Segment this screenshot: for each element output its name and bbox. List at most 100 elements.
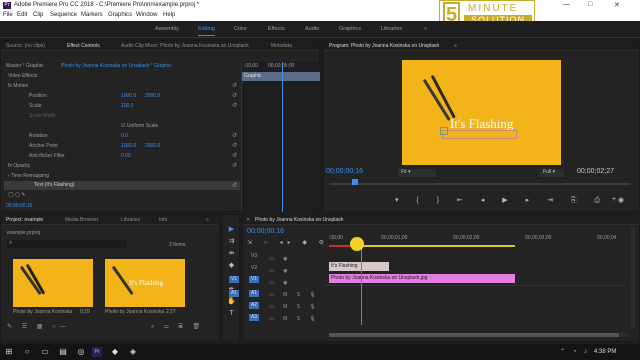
selection-tool-icon[interactable]: ▶ xyxy=(226,224,237,236)
workspace-editing[interactable]: Editing xyxy=(198,26,215,36)
tab-source[interactable]: Source: (no clips) xyxy=(6,43,45,49)
source-patch-a1[interactable]: A1 xyxy=(229,290,239,297)
reset-icon[interactable]: ↺ xyxy=(232,162,237,169)
app-taskbar-icon[interactable]: ◆ xyxy=(110,347,120,357)
ec-timecode[interactable]: 00;00;00;16 xyxy=(6,203,32,209)
type-tool-icon[interactable]: T xyxy=(226,308,237,320)
workspace-libraries[interactable]: Libraries xyxy=(381,26,402,32)
quality-dropdown[interactable]: Full ▾ xyxy=(540,169,564,177)
fx-opacity-label[interactable]: fx Opacity xyxy=(8,163,30,169)
master-label[interactable]: Master * Graphic xyxy=(6,63,44,69)
system-clock[interactable]: 4:38 PM xyxy=(594,349,616,355)
close-button[interactable]: ✕ xyxy=(614,1,620,9)
anchor-point-handle[interactable] xyxy=(440,127,448,135)
workspace-assembly[interactable]: Assembly xyxy=(155,26,179,32)
project-item-name[interactable]: Photo by Joanna Kosinska xyxy=(105,309,164,315)
app-taskbar-icon[interactable]: ◈ xyxy=(128,347,138,357)
project-thumbnail-sequence[interactable]: It's Flashing xyxy=(105,259,185,307)
reset-icon[interactable]: ↺ xyxy=(232,182,237,189)
program-menu-icon[interactable]: ≡ xyxy=(454,43,457,49)
track-a3-target[interactable]: A3 xyxy=(249,314,259,321)
workspace-effects[interactable]: Effects xyxy=(268,26,285,32)
timeline-sequence-tab[interactable]: Photo by Joanna Kosinska on Unsplash xyxy=(255,217,343,223)
clip-title-graphic[interactable]: It's Flashing xyxy=(329,262,389,271)
reset-icon[interactable]: ↺ xyxy=(232,92,237,99)
position-x-value[interactable]: 1000.0 xyxy=(121,93,136,99)
ripple-edit-tool-icon[interactable]: ⇹ xyxy=(226,248,237,260)
file-explorer-icon[interactable]: ▤ xyxy=(58,347,68,357)
timeline-timecode[interactable]: 00;00;00;16 xyxy=(247,228,284,235)
rotation-value[interactable]: 0.0 xyxy=(121,133,128,139)
minimize-button[interactable]: — xyxy=(563,1,570,8)
anchor-y-value[interactable]: 2000.0 xyxy=(145,143,160,149)
project-search-input[interactable]: ⌕ xyxy=(7,240,127,248)
track-controls[interactable]: ▭ ◉ ▭ ◉ ▭ ◉ ▭ M S 🎙 ▭ M S 🎙 ▭ M S 🎙 xyxy=(269,253,320,325)
clip-photo[interactable]: Photo by Joanna Kosinska on Unsplash.jpg xyxy=(329,274,515,283)
workspace-color[interactable]: Color xyxy=(234,26,247,32)
ec-graphic-clip[interactable]: Graphic xyxy=(242,72,320,81)
tab-media-browser[interactable]: Media Browser xyxy=(65,217,98,223)
workspace-audio[interactable]: Audio xyxy=(305,26,319,32)
source-patch-v1[interactable]: V1 xyxy=(229,276,239,283)
menu-graphics[interactable]: Graphics xyxy=(108,12,132,18)
hand-tool-icon[interactable]: ✋ xyxy=(226,296,237,308)
project-action-icons[interactable]: ⌕ ▭ ▣ 🗑 xyxy=(151,323,204,331)
track-a1-target[interactable]: A1 xyxy=(249,290,259,297)
track-v3-label[interactable]: V3 xyxy=(251,253,257,259)
effect-controls-timeline[interactable]: :00;00 00;00;05;00 Graphic xyxy=(241,62,320,212)
tab-project[interactable]: Project: example xyxy=(6,217,43,223)
tab-metadata[interactable]: Metadata xyxy=(271,43,292,49)
track-select-tool-icon[interactable]: ⇉ xyxy=(226,236,237,248)
menu-edit[interactable]: Edit xyxy=(17,12,27,18)
anti-flicker-value[interactable]: 0.00 xyxy=(121,153,131,159)
menu-markers[interactable]: Markers xyxy=(81,12,103,18)
tab-effect-controls[interactable]: Effect Controls xyxy=(67,43,100,49)
program-scrub-bar[interactable] xyxy=(330,183,630,185)
workspace-graphics[interactable]: Graphics xyxy=(339,26,361,32)
chrome-icon[interactable]: ◎ xyxy=(76,347,86,357)
scroll-thumb[interactable] xyxy=(329,333,619,337)
project-view-controls[interactable]: ✎ ☰ ▦ ○— xyxy=(7,323,70,330)
menu-help[interactable]: Help xyxy=(163,12,175,18)
scale-value[interactable]: 100.0 xyxy=(121,103,134,109)
time-remapping-label[interactable]: › Time Remapping xyxy=(8,173,49,179)
shape-tools[interactable]: ◯ ▢ ✎ xyxy=(8,192,25,198)
reset-icon[interactable]: ↺ xyxy=(232,152,237,159)
position-y-value[interactable]: 2000.0 xyxy=(145,93,160,99)
track-a2-target[interactable]: A2 xyxy=(249,302,259,309)
text-layer-row[interactable]: Text (It's Flashing) xyxy=(4,181,240,190)
ec-playhead[interactable] xyxy=(282,62,283,212)
transport-controls[interactable]: ▾ { } ⇤ ◂ ▶ ▸ ⇥ ⎘ ⎙ ◉ xyxy=(395,196,632,205)
project-thumbnail-photo[interactable] xyxy=(13,259,93,307)
system-tray-icons[interactable]: ⌃ ◔ ♪ xyxy=(560,348,590,355)
reset-icon[interactable]: ↺ xyxy=(232,102,237,109)
razor-tool-icon[interactable]: ◆ xyxy=(226,260,237,272)
menu-window[interactable]: Window xyxy=(136,12,157,18)
tab-audio-clip-mixer[interactable]: Audio Clip Mixer: Photo by Joanna Kosins… xyxy=(121,43,249,49)
task-view-icon[interactable]: ▭ xyxy=(40,347,50,357)
timeline-tool-icons[interactable]: ⇲ ∩ ◂▸ ◆ ⚙ xyxy=(247,239,329,246)
fit-dropdown[interactable]: Fit ▾ xyxy=(398,169,436,177)
windows-start-icon[interactable]: ⊞ xyxy=(4,347,14,357)
tab-libraries[interactable]: Libraries xyxy=(121,217,140,223)
reset-icon[interactable]: ↺ xyxy=(232,142,237,149)
tab-info[interactable]: Info xyxy=(159,217,167,223)
program-timecode[interactable]: 00;00;00;16 xyxy=(326,168,363,175)
anchor-x-value[interactable]: 1000.0 xyxy=(121,143,136,149)
reset-icon[interactable]: ↺ xyxy=(232,132,237,139)
menu-file[interactable]: File xyxy=(3,12,13,18)
program-video-frame[interactable]: It's Flashing xyxy=(402,60,561,165)
track-v2-label[interactable]: V2 xyxy=(251,265,257,271)
workspace-overflow-icon[interactable]: » xyxy=(424,26,427,32)
search-icon[interactable]: ○ xyxy=(22,347,32,357)
fx-motion-label[interactable]: fx Motion xyxy=(8,83,28,89)
project-overflow-icon[interactable]: » xyxy=(206,217,209,223)
timeline-ruler[interactable]: :00;00 00;00;01;00 00;00;02;00 00;00;03;… xyxy=(329,235,629,249)
menu-sequence[interactable]: Sequence xyxy=(50,12,77,18)
clip-label[interactable]: Photo by Joanna Kosinska on Unsplash * G… xyxy=(61,63,172,69)
program-title[interactable]: Program: Photo by Joanna Kosinska on Uns… xyxy=(329,43,439,49)
track-v1-target[interactable]: V1 xyxy=(249,276,259,283)
timeline-playhead[interactable] xyxy=(361,245,362,325)
project-item-name[interactable]: Photo by Joanna Kosinska xyxy=(13,309,72,315)
timeline-horizontal-scrollbar[interactable] xyxy=(329,333,629,337)
